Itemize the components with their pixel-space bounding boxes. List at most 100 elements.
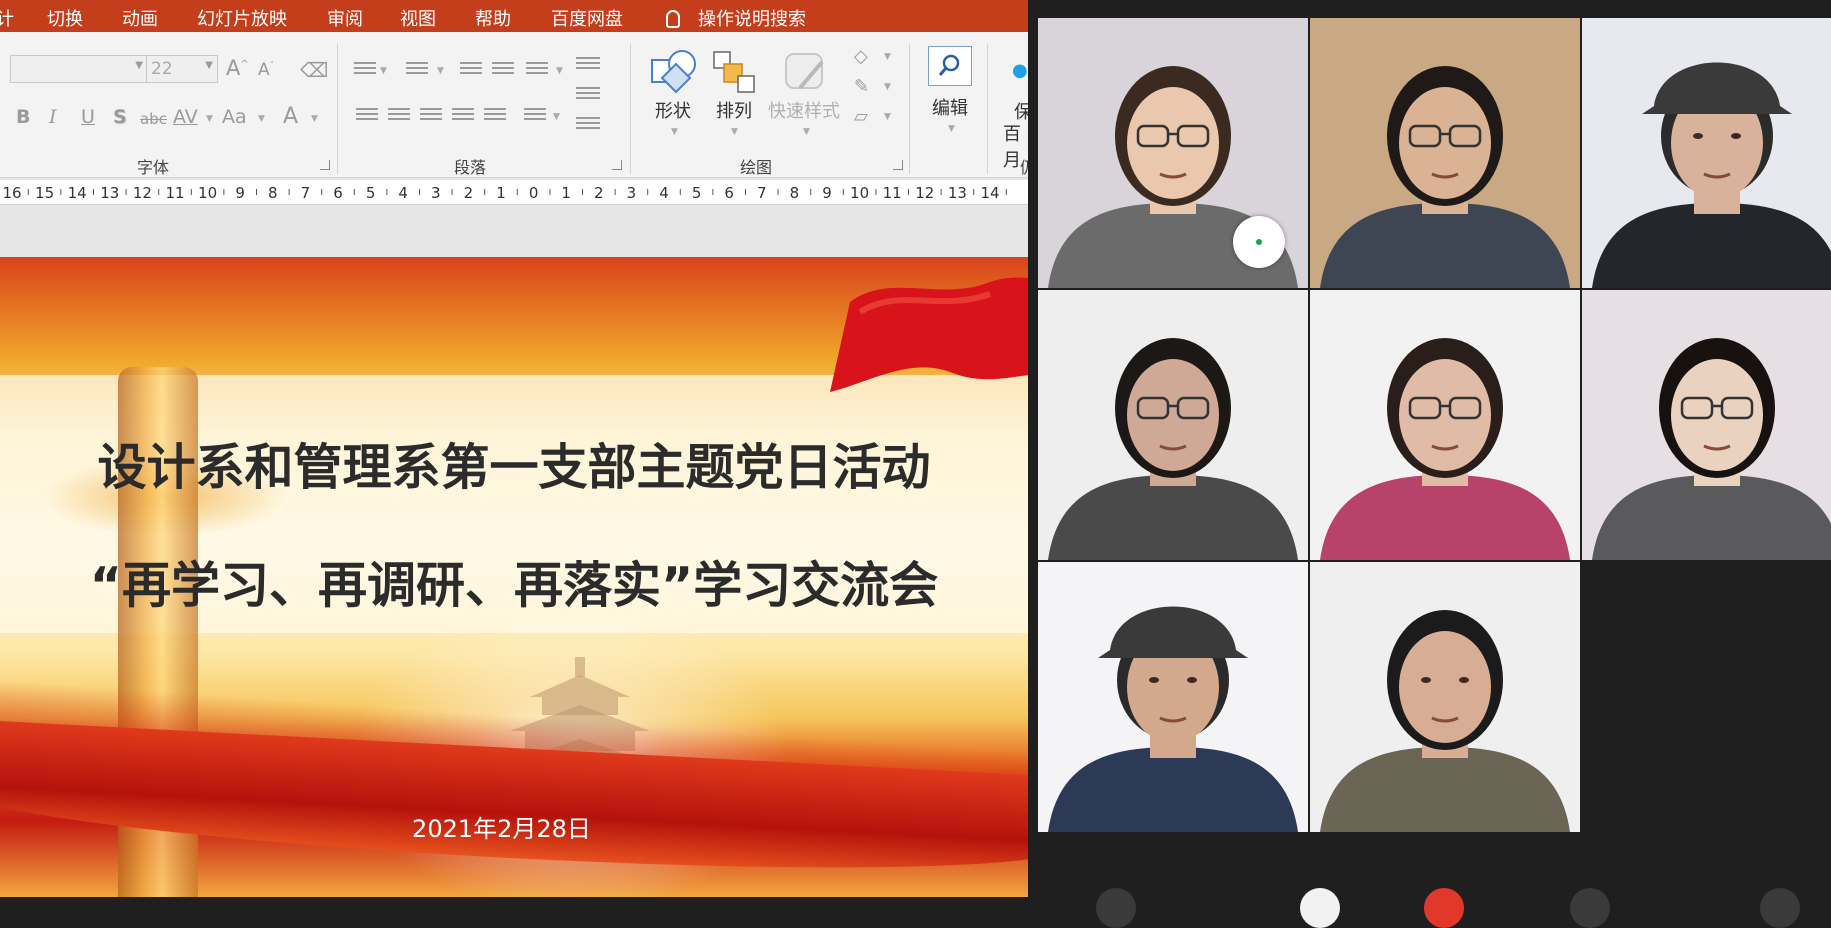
arrange-label[interactable]: 排列 [716, 97, 752, 123]
chevron-down-icon[interactable]: ▼ [671, 127, 678, 137]
numbering-icon[interactable] [406, 62, 428, 80]
menu-design-partial[interactable]: 计 [0, 5, 14, 31]
arrange-icon[interactable] [712, 50, 756, 94]
chevron-down-icon[interactable]: ▼ [884, 52, 891, 62]
align-right-icon[interactable] [420, 108, 442, 126]
find-icon[interactable] [928, 46, 972, 86]
slide-canvas[interactable]: 设计系和管理系第一支部主题党日活动 “再学习、再调研、再落实”学习交流会 202… [0, 257, 1028, 897]
control-button[interactable] [1096, 888, 1136, 928]
distributed-icon[interactable] [484, 108, 506, 126]
chevron-down-icon[interactable]: ▼ [553, 112, 560, 122]
menu-slideshow[interactable]: 幻灯片放映 [197, 5, 287, 31]
paragraph-group-label: 段落 [454, 158, 487, 177]
chevron-down-icon[interactable]: ▼ [437, 66, 444, 76]
participant-video-tile[interactable] [1582, 18, 1831, 288]
chevron-down-icon[interactable]: ▼ [884, 82, 891, 92]
ruler-tick-label: 4 [659, 184, 669, 202]
ruler-tick-label: 14 [980, 184, 999, 202]
menu-baidu-netdisk[interactable]: 百度网盘 [551, 5, 623, 31]
shape-outline-icon[interactable]: ✎ [854, 76, 869, 97]
group-divider [909, 44, 910, 174]
align-text-icon[interactable] [576, 87, 600, 105]
slide-title-line-1[interactable]: 设计系和管理系第一支部主题党日活动 [0, 428, 1028, 499]
chevron-down-icon[interactable]: ▼ [206, 114, 213, 124]
dialog-launcher-icon[interactable] [893, 160, 903, 170]
red-flag-image [830, 277, 1028, 392]
chevron-down-icon[interactable]: ▼ [884, 112, 891, 122]
chevron-down-icon[interactable]: ▼ [258, 114, 265, 124]
participant-video-tile[interactable] [1310, 290, 1580, 560]
shapes-label[interactable]: 形状 [655, 97, 691, 123]
participant-video-tile[interactable] [1582, 290, 1831, 560]
font-name-combo[interactable]: ▼ [10, 55, 148, 83]
shrink-font-button[interactable]: Aˇ [258, 60, 274, 80]
ruler-tick-label: 0 [529, 184, 539, 202]
text-shadow-button[interactable]: S [113, 106, 127, 128]
chevron-down-icon: ▼ [205, 60, 213, 71]
status-dot-icon [1256, 239, 1262, 245]
shapes-icon[interactable] [650, 48, 698, 94]
bold-button[interactable]: B [16, 106, 30, 128]
align-left-icon[interactable] [356, 108, 378, 126]
editing-label[interactable]: 编辑 [932, 94, 968, 120]
chevron-down-icon[interactable]: ▼ [556, 66, 563, 76]
shape-effects-icon[interactable]: ▱ [854, 106, 868, 127]
control-button[interactable] [1760, 888, 1800, 928]
ruler-tick-label: 2 [464, 184, 474, 202]
font-color-button[interactable]: A [283, 104, 298, 129]
decrease-indent-icon[interactable] [460, 62, 482, 80]
chevron-down-icon: ▼ [135, 60, 143, 71]
control-button[interactable] [1570, 888, 1610, 928]
smartart-icon[interactable] [576, 117, 600, 135]
char-spacing-button[interactable]: AV [173, 106, 198, 128]
menu-bar: 计 切换 动画 幻灯片放映 审阅 视图 帮助 百度网盘 操作说明搜索 [0, 0, 1028, 32]
baidu-cloud-icon[interactable]: ● [1012, 60, 1028, 81]
chevron-down-icon[interactable]: ▼ [311, 114, 318, 124]
underline-button[interactable]: U [81, 106, 95, 128]
ruler-tick-label: 12 [133, 184, 152, 202]
shape-fill-icon[interactable]: ◇ [854, 46, 868, 67]
menu-transitions[interactable]: 切换 [47, 5, 83, 31]
columns-icon[interactable] [524, 108, 546, 126]
change-case-button[interactable]: Aa [222, 106, 247, 128]
leave-call-button[interactable] [1424, 888, 1464, 928]
grow-font-icon: A [226, 56, 241, 80]
slide-title-line-2[interactable]: “再学习、再调研、再落实”学习交流会 [0, 546, 1028, 617]
menu-review[interactable]: 审阅 [327, 5, 363, 31]
text-direction-icon[interactable] [576, 57, 600, 75]
quick-styles-label: 快速样式 [768, 101, 840, 122]
dialog-launcher-icon[interactable] [320, 160, 330, 170]
menu-view[interactable]: 视图 [400, 5, 436, 31]
ruler-tick-label: 6 [333, 184, 343, 202]
menu-animations[interactable]: 动画 [122, 5, 158, 31]
clear-format-icon[interactable]: ⌫ [300, 58, 328, 82]
chevron-down-icon[interactable]: ▼ [380, 66, 387, 76]
participant-video-tile[interactable] [1310, 562, 1580, 832]
group-divider [987, 44, 988, 174]
bullets-icon[interactable] [354, 62, 376, 80]
line-spacing-icon[interactable] [526, 62, 548, 80]
tell-me-search[interactable]: 操作说明搜索 [666, 5, 806, 31]
participant-video-tile[interactable] [1038, 562, 1308, 832]
align-center-icon[interactable] [388, 108, 410, 126]
control-button[interactable] [1300, 888, 1340, 928]
chevron-down-icon[interactable]: ▼ [731, 127, 738, 137]
participant-video-feed [1320, 338, 1570, 560]
font-size-combo[interactable]: 22 ▼ [146, 55, 218, 83]
ruler-tick-label: 3 [431, 184, 441, 202]
justify-icon[interactable] [452, 108, 474, 126]
tell-me-label: 操作说明搜索 [698, 9, 806, 30]
dialog-launcher-icon[interactable] [612, 160, 622, 170]
slide-date[interactable]: 2021年2月28日 [0, 809, 1003, 844]
quick-styles-icon[interactable] [782, 50, 830, 94]
participant-video-tile[interactable] [1038, 290, 1308, 560]
menu-help[interactable]: 帮助 [475, 5, 511, 31]
increase-indent-icon[interactable] [492, 62, 514, 80]
italic-button[interactable]: I [49, 106, 57, 128]
ruler-tick-label: 13 [100, 184, 119, 202]
strikethrough-button[interactable]: abc [140, 110, 167, 128]
participant-video-feed [1592, 62, 1831, 288]
chevron-down-icon[interactable]: ▼ [948, 124, 955, 134]
participant-video-tile[interactable] [1310, 18, 1580, 288]
grow-font-button[interactable]: A^ [226, 56, 249, 80]
